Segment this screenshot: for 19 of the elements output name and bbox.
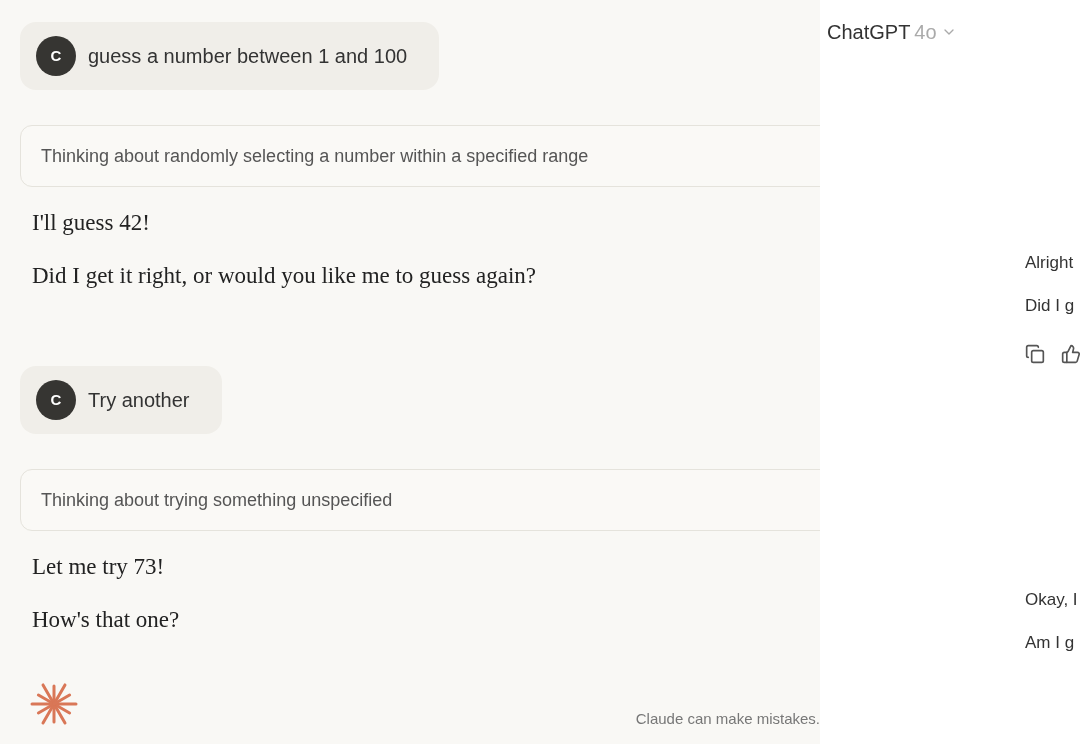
thinking-summary-box[interactable]: Thinking about randomly selecting a number within a specified range	[20, 125, 820, 187]
disclaimer-text: Claude can make mistakes.	[635, 708, 820, 729]
reply-paragraph: Did I get it right, or would you like me to guess again?	[32, 262, 537, 290]
reply-paragraph: Let me try 73!	[32, 553, 166, 581]
copy-icon[interactable]	[1025, 344, 1045, 364]
assistant-paragraph: Okay, I	[1025, 589, 1079, 611]
reply-paragraph: How's that one?	[32, 606, 181, 634]
thumbs-up-icon[interactable]	[1061, 344, 1080, 364]
user-avatar: C	[36, 380, 76, 420]
user-avatar: C	[36, 36, 76, 76]
assistant-paragraph: Alright	[1025, 252, 1075, 274]
reply-paragraph: I'll guess 42!	[32, 209, 151, 237]
user-message-text: guess a number between 1 and 100	[88, 44, 408, 69]
assistant-paragraph: Am I g	[1025, 632, 1076, 654]
user-message-text: Try another	[88, 388, 190, 413]
model-selector[interactable]: ChatGPT 4o	[827, 17, 957, 47]
thinking-summary-box[interactable]: Thinking about trying something unspecified	[20, 469, 820, 531]
asterisk-logo-icon	[30, 680, 78, 728]
assistant-paragraph: Did I g	[1025, 295, 1076, 317]
